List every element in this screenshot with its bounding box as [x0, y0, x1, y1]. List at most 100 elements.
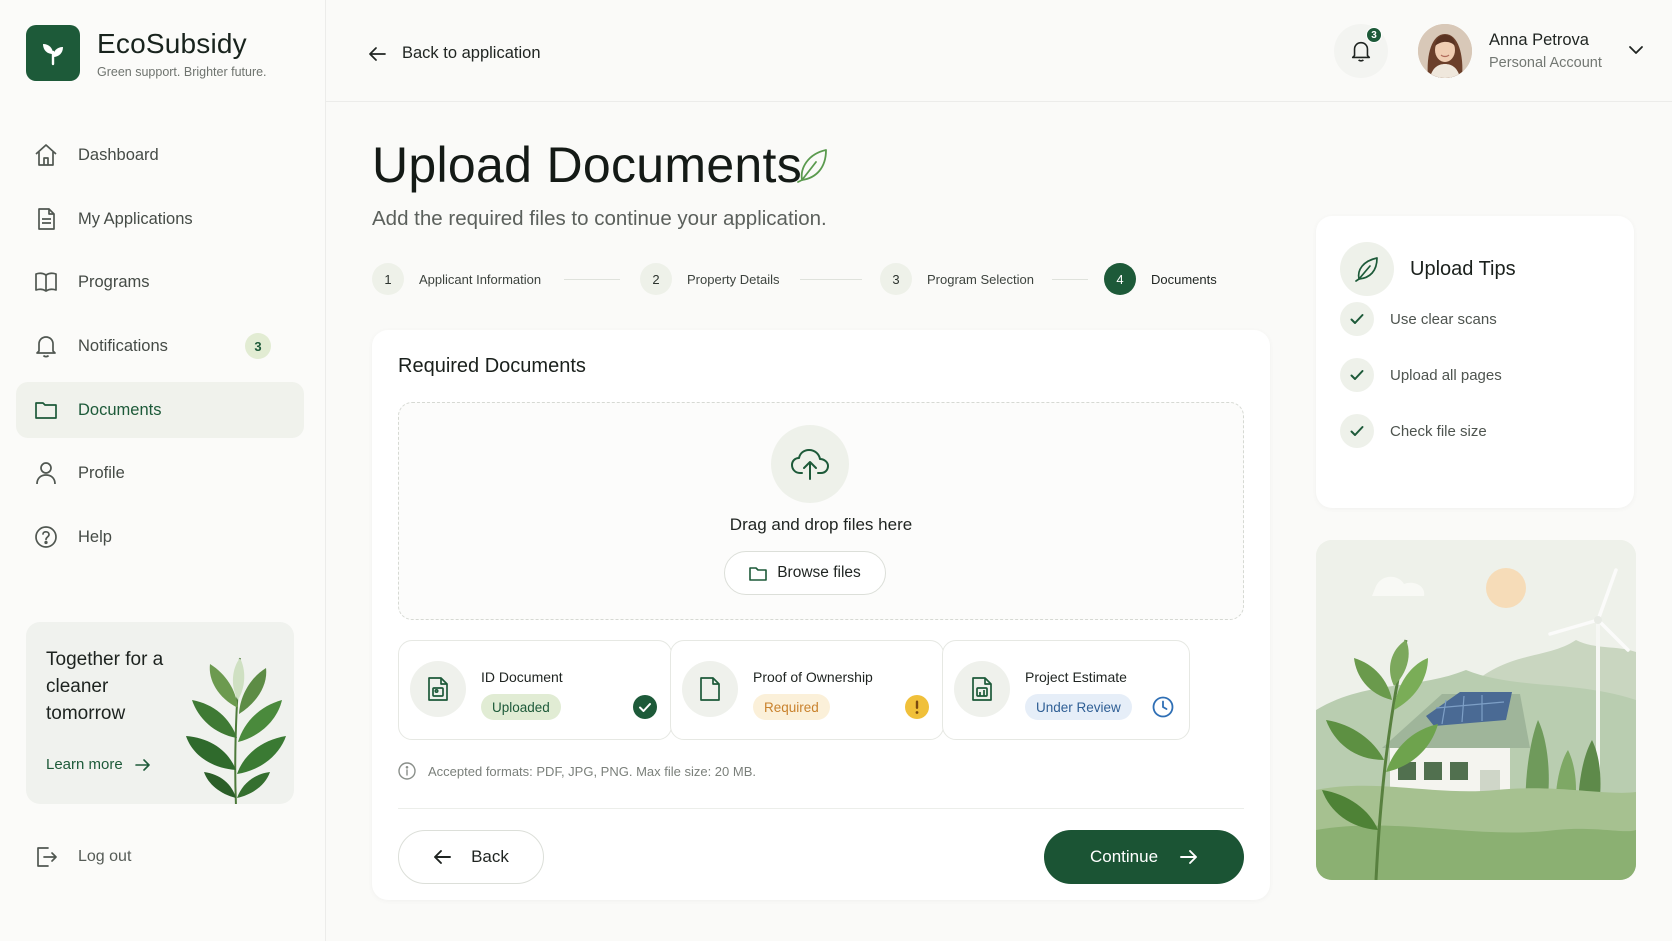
document-name: Proof of Ownership: [753, 669, 873, 685]
leaf-logo-icon: [26, 25, 80, 81]
check-icon: [1340, 358, 1374, 392]
notification-count-badge: 3: [245, 333, 271, 359]
tip-label: Use clear scans: [1390, 310, 1497, 328]
card-title: Required Documents: [398, 355, 586, 377]
eco-house-illustration: [1316, 540, 1636, 880]
home-icon: [32, 141, 60, 169]
tips-title: Upload Tips: [1410, 258, 1516, 280]
tip-item: Upload all pages: [1340, 358, 1502, 392]
step-label: Applicant Information: [419, 271, 542, 287]
step-program-selection[interactable]: 3 Program Selection: [880, 263, 1034, 295]
user-account-type: Personal Account: [1489, 55, 1602, 71]
upload-cloud-icon: [771, 425, 849, 503]
continue-button[interactable]: Continue: [1044, 830, 1244, 884]
sidebar-item-label: Notifications: [78, 336, 168, 355]
document-card-project-estimate[interactable]: Project Estimate Under Review: [942, 640, 1190, 740]
chevron-down-icon[interactable]: [1628, 45, 1644, 55]
accepted-formats-text: Accepted formats: PDF, JPG, PNG. Max fil…: [428, 763, 756, 779]
bell-icon: [32, 332, 60, 360]
brand[interactable]: EcoSubsidy Green support. Brighter futur…: [26, 25, 267, 81]
document-card-proof-of-ownership[interactable]: Proof of Ownership Required: [670, 640, 944, 740]
user-icon: [32, 459, 60, 487]
logout-label: Log out: [78, 848, 132, 865]
browse-files-button[interactable]: Browse files: [724, 551, 886, 595]
tip-label: Upload all pages: [1390, 366, 1502, 384]
step-connector: [1052, 279, 1088, 280]
step-property-details[interactable]: 2 Property Details: [640, 263, 779, 295]
tip-label: Check file size: [1390, 422, 1487, 440]
document-name: Project Estimate: [1025, 669, 1127, 685]
sidebar-item-my-applications[interactable]: My Applications: [16, 191, 304, 247]
sidebar-item-dashboard[interactable]: Dashboard: [16, 127, 304, 183]
help-icon: [32, 523, 60, 551]
bell-icon: [1349, 39, 1373, 63]
logout-button[interactable]: Log out: [32, 843, 131, 871]
sidebar-item-label: Dashboard: [78, 145, 159, 164]
sidebar-item-profile[interactable]: Profile: [16, 445, 304, 501]
brand-name: EcoSubsidy: [97, 27, 247, 59]
step-documents[interactable]: 4 Documents: [1104, 263, 1217, 295]
sidebar-item-label: Programs: [78, 272, 150, 291]
back-button[interactable]: Back: [398, 830, 544, 884]
step-number: 4: [1104, 263, 1136, 295]
sidebar-item-label: Documents: [78, 400, 162, 419]
file-dropzone[interactable]: Drag and drop files here Browse files: [398, 402, 1244, 620]
avatar[interactable]: [1418, 24, 1472, 78]
status-badge: Uploaded: [481, 694, 561, 720]
logout-icon: [32, 843, 60, 871]
step-number: 1: [372, 263, 404, 295]
status-badge: Under Review: [1025, 694, 1132, 720]
folder-icon: [749, 566, 768, 581]
accepted-formats-note: Accepted formats: PDF, JPG, PNG. Max fil…: [398, 762, 756, 780]
leaf-icon: [1340, 242, 1394, 296]
step-connector: [564, 279, 620, 280]
document-card-id[interactable]: ID Document Uploaded: [398, 640, 672, 740]
document-icon: [682, 661, 738, 717]
clock-icon: [1151, 695, 1175, 719]
step-number: 3: [880, 263, 912, 295]
check-circle-icon: [633, 695, 657, 719]
sidebar-item-label: Profile: [78, 463, 125, 482]
arrow-left-icon: [368, 46, 386, 62]
learn-more-label: Learn more: [46, 756, 123, 773]
user-name: Anna Petrova: [1489, 31, 1589, 49]
continue-button-label: Continue: [1089, 847, 1159, 866]
sidebar-item-notifications[interactable]: Notifications 3: [16, 318, 304, 374]
step-label: Documents: [1151, 271, 1217, 287]
back-to-application-label: Back to application: [402, 44, 541, 62]
browse-files-label: Browse files: [777, 564, 861, 581]
back-button-label: Back: [471, 847, 509, 866]
promo-card: Together for a cleaner tomorrow Learn mo…: [26, 622, 294, 804]
drop-text: Drag and drop files here: [729, 515, 913, 534]
file-icon: [32, 205, 60, 233]
arrow-right-icon: [1180, 849, 1198, 865]
warning-icon: [905, 695, 929, 719]
sidebar-item-label: Help: [78, 527, 112, 546]
step-number: 2: [640, 263, 672, 295]
sidebar-item-documents[interactable]: Documents: [16, 382, 304, 438]
upload-tips-card: Upload Tips Use clear scans Upload all p…: [1316, 216, 1634, 508]
document-name: ID Document: [481, 669, 563, 685]
step-applicant-information[interactable]: 1 Applicant Information: [372, 263, 541, 295]
sidebar-item-help[interactable]: Help: [16, 509, 304, 565]
info-icon: [398, 762, 416, 780]
step-connector: [800, 279, 862, 280]
required-documents-card: Required Documents Drag and drop files h…: [372, 330, 1270, 900]
tip-item: Use clear scans: [1340, 302, 1497, 336]
sidebar-item-programs[interactable]: Programs: [16, 254, 304, 310]
page-title: Upload Documents: [372, 137, 803, 193]
notifications-button[interactable]: 3: [1334, 24, 1388, 78]
topbar: Back to application 3 Anna Petrova Perso…: [326, 0, 1672, 102]
divider: [398, 808, 1244, 809]
learn-more-link[interactable]: Learn more: [46, 756, 151, 773]
brand-tagline: Green support. Brighter future.: [97, 64, 267, 79]
document-chart-icon: [954, 661, 1010, 717]
sidebar: EcoSubsidy Green support. Brighter futur…: [0, 0, 326, 941]
step-label: Property Details: [687, 271, 780, 287]
tip-item: Check file size: [1340, 414, 1487, 448]
book-icon: [32, 268, 60, 296]
back-to-application-link[interactable]: Back to application: [368, 44, 541, 63]
check-icon: [1340, 414, 1374, 448]
promo-title: Together for a cleaner tomorrow: [46, 649, 164, 724]
folder-icon: [32, 396, 60, 424]
